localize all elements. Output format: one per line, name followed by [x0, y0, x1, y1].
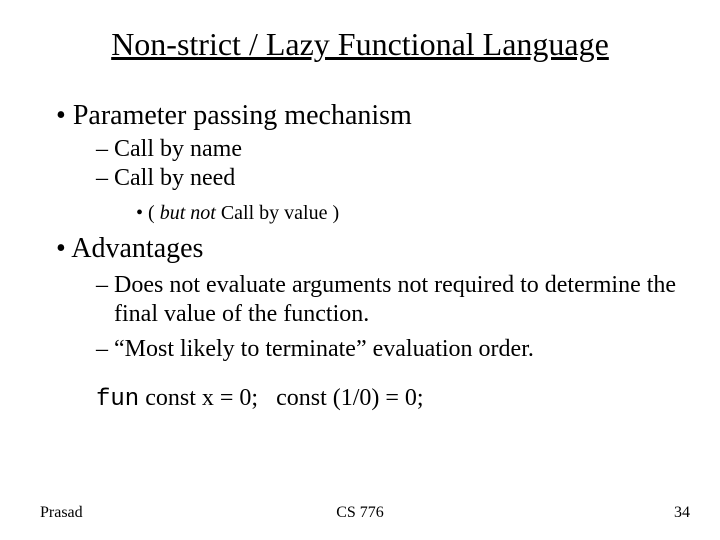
- bullet-parameter-passing: Parameter passing mechanism: [56, 100, 680, 132]
- slide-title: Non-strict / Lazy Functional Language: [0, 26, 720, 63]
- footer-page-number: 34: [674, 504, 690, 522]
- slide: Non-strict / Lazy Functional Language Pa…: [0, 0, 720, 540]
- code-example: fun const x = 0; const (1/0) = 0;: [96, 385, 680, 413]
- but-not-italic: but not: [160, 202, 216, 224]
- code-rest: const x = 0; const (1/0) = 0;: [139, 385, 423, 411]
- footer-course: CS 776: [0, 504, 720, 522]
- subbullet-no-eval: Does not evaluate arguments not required…: [96, 271, 680, 329]
- call-by-value-text: Call by value ): [216, 202, 339, 224]
- slide-content: Parameter passing mechanism Call by name…: [56, 92, 680, 413]
- subbullet-call-by-name: Call by name: [96, 136, 680, 163]
- code-keyword-fun: fun: [96, 386, 139, 413]
- subbullet-most-likely: “Most likely to terminate” evaluation or…: [96, 335, 680, 364]
- bullet-advantages: Advantages: [56, 233, 680, 265]
- paren-open: (: [148, 202, 160, 224]
- subbullet-call-by-need: Call by need: [96, 165, 680, 192]
- subsubbullet-but-not: ( but not Call by value ): [136, 202, 680, 225]
